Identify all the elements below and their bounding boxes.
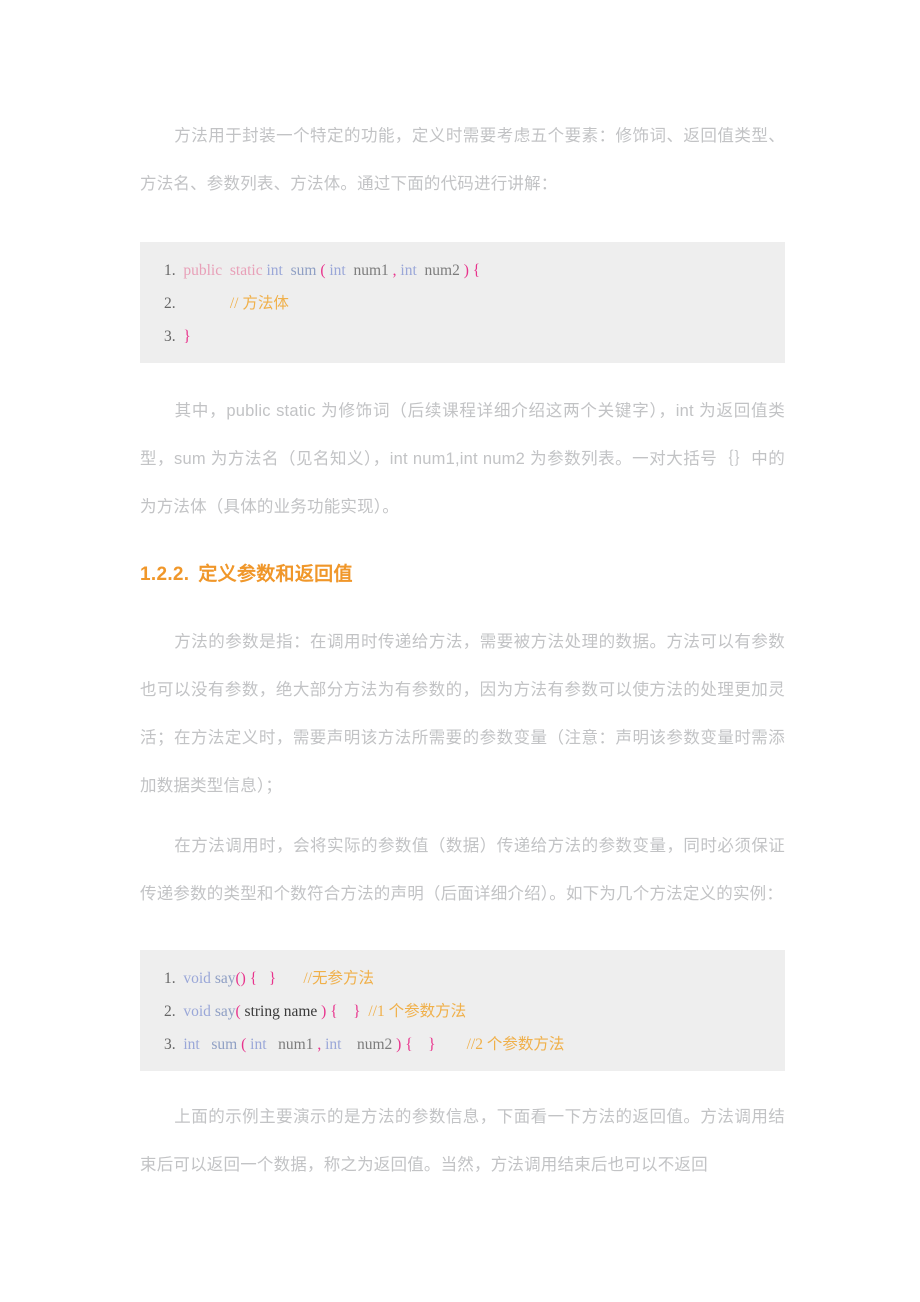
- code-token-function: say: [214, 1003, 236, 1020]
- code-token-function: say: [214, 970, 236, 987]
- code-token-var: num1: [353, 262, 389, 279]
- code-token-type: int: [325, 1036, 342, 1053]
- code-line-number: 1.: [164, 970, 184, 987]
- code-token-comment: //1 个参数方法: [368, 1003, 467, 1020]
- code-token-comment: //2 个参数方法: [466, 1036, 565, 1053]
- spacer-between-paragraphs: [140, 810, 785, 822]
- code-token-punct: {: [472, 262, 481, 279]
- top-spacer: [140, 0, 785, 112]
- code-token-comment: //无参方法: [303, 970, 374, 987]
- code-block-method-examples: 1. void say() { } //无参方法 2. void say( str…: [140, 950, 785, 1071]
- code-token-keyword: public: [183, 262, 223, 279]
- paragraph-2-text: 其中，public static 为修饰词（后续课程详细介绍这两个关键字），in…: [140, 402, 785, 516]
- spacer-before-code-1: [140, 208, 785, 242]
- code-token-type: int: [400, 262, 417, 279]
- paragraph-3: 方法的参数是指：在调用时传递给方法，需要被方法处理的数据。方法可以有参数也可以没…: [140, 618, 785, 810]
- paragraph-1-text: 方法用于封装一个特定的功能，定义时需要考虑五个要素：修饰词、返回值类型、方法名、…: [140, 127, 785, 193]
- document-content: 方法用于封装一个特定的功能，定义时需要考虑五个要素：修饰词、返回值类型、方法名、…: [140, 0, 785, 1189]
- code-token-keyword: static: [229, 262, 263, 279]
- code-token-type: int: [183, 1036, 200, 1053]
- code-token-type: int: [250, 1036, 267, 1053]
- code-token-comment: // 方法体: [229, 295, 289, 312]
- spacer-after-heading: [140, 589, 785, 618]
- document-page: 方法用于封装一个特定的功能，定义时需要考虑五个要素：修饰词、返回值类型、方法名、…: [0, 0, 920, 1302]
- section-number: 1.2.2.: [140, 564, 190, 585]
- code-token-punct: {: [405, 1036, 413, 1053]
- paragraph-2: 其中，public static 为修饰词（后续课程详细介绍这两个关键字），in…: [140, 387, 785, 531]
- code-line-number: 1.: [164, 262, 184, 279]
- code-token-type: int: [329, 262, 346, 279]
- code-token-punct: }: [428, 1036, 436, 1053]
- paragraph-4: 在方法调用时，会将实际的参数值（数据）传递给方法的参数变量，同时必须保证传递参数…: [140, 822, 785, 918]
- spacer-after-code-1: [140, 363, 785, 387]
- spacer-before-code-2: [140, 918, 785, 950]
- code-line: 3. int sum ( int num1 , int num2 ) { } /…: [140, 1028, 785, 1061]
- code-token-type: void: [183, 1003, 211, 1020]
- code-line-number: 3.: [164, 328, 184, 345]
- code-token-punct: }: [183, 328, 191, 345]
- code-token-type: int: [266, 262, 283, 279]
- code-token-function: sum: [211, 1036, 238, 1053]
- paragraph-3-text: 方法的参数是指：在调用时传递给方法，需要被方法处理的数据。方法可以有参数也可以没…: [140, 633, 785, 795]
- section-title: 定义参数和返回值: [198, 564, 353, 585]
- code-token-punct: {: [330, 1003, 338, 1020]
- code-line: 2. // 方法体: [140, 287, 785, 320]
- code-token-type: void: [183, 970, 211, 987]
- code-token-punct: }: [353, 1003, 361, 1020]
- code-block-method-definition: 1. public static int sum ( int num1 , in…: [140, 242, 785, 363]
- code-line-number: 2.: [164, 295, 184, 312]
- code-line: 2. void say( string name ) { } //1 个参数方法: [140, 995, 785, 1028]
- code-token-var: num2: [424, 262, 460, 279]
- spacer-after-code-2: [140, 1071, 785, 1093]
- paragraph-4-text: 在方法调用时，会将实际的参数值（数据）传递给方法的参数变量，同时必须保证传递参数…: [140, 837, 785, 903]
- code-line-number: 2.: [164, 1003, 184, 1020]
- code-line: 1. void say() { } //无参方法: [140, 962, 785, 995]
- section-heading: 1.2.2. 定义参数和返回值: [140, 561, 785, 589]
- code-token-plain: string name: [240, 1003, 322, 1020]
- code-line: 1. public static int sum ( int num1 , in…: [140, 254, 785, 287]
- spacer-before-heading: [140, 531, 785, 561]
- paragraph-1: 方法用于封装一个特定的功能，定义时需要考虑五个要素：修饰词、返回值类型、方法名、…: [140, 112, 785, 208]
- code-token-function: sum: [290, 262, 317, 279]
- code-token-var: num2: [356, 1036, 393, 1053]
- paragraph-5: 上面的示例主要演示的是方法的参数信息，下面看一下方法的返回值。方法调用结束后可以…: [140, 1093, 785, 1189]
- code-line-number: 3.: [164, 1036, 184, 1053]
- paragraph-5-text: 上面的示例主要演示的是方法的参数信息，下面看一下方法的返回值。方法调用结束后可以…: [140, 1108, 785, 1174]
- code-token-punct: (): [235, 970, 246, 987]
- code-line: 3. }: [140, 320, 785, 353]
- code-token-var: num1: [278, 1036, 314, 1053]
